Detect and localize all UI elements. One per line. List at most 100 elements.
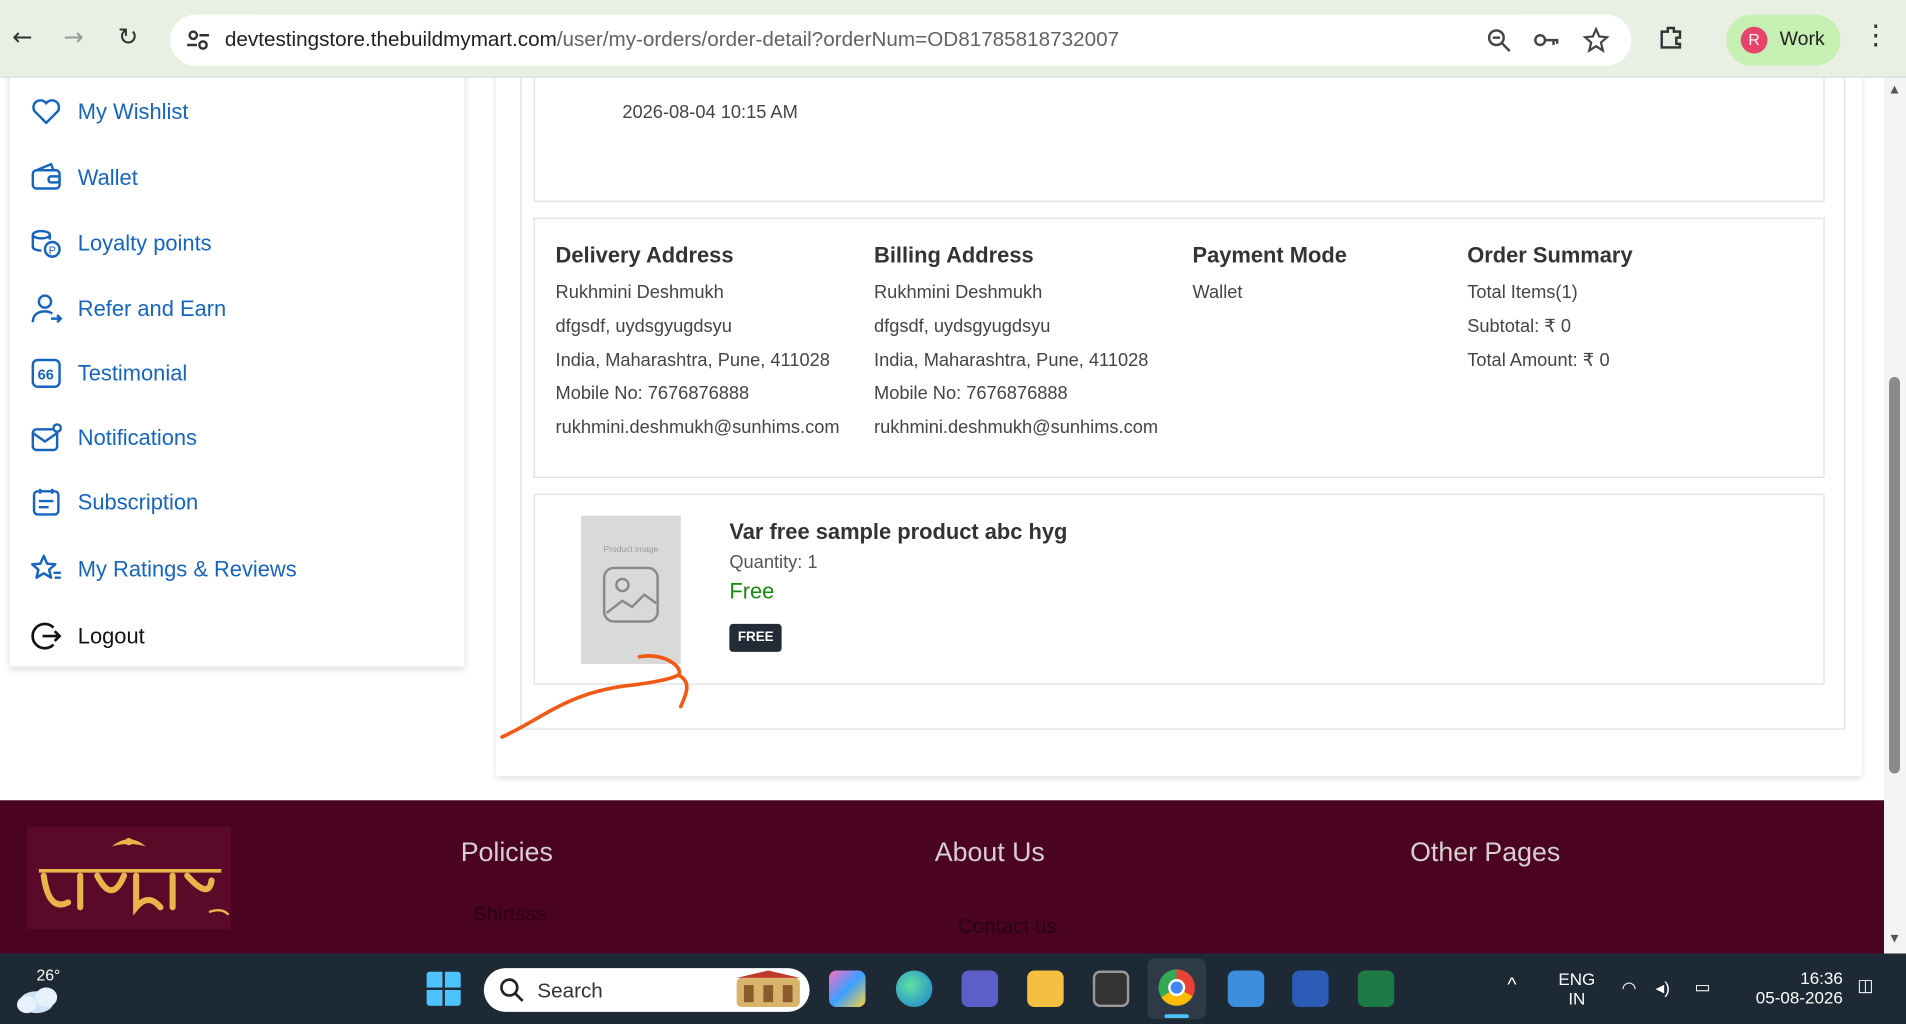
footer-link-contact[interactable]: Contact us bbox=[958, 915, 1057, 939]
billing-address-title: Billing Address bbox=[874, 243, 1034, 268]
chrome-icon-center bbox=[1168, 979, 1186, 997]
payment-mode-value: Wallet bbox=[1192, 282, 1243, 303]
page-scrollbar[interactable]: ▲ ▼ bbox=[1884, 77, 1906, 954]
windows-start-icon[interactable] bbox=[425, 971, 461, 1007]
user-share-icon bbox=[31, 294, 63, 324]
summary-total-amount: Total Amount: ₹ 0 bbox=[1467, 349, 1610, 371]
product-quantity: Quantity: 1 bbox=[729, 552, 818, 573]
teams-icon[interactable] bbox=[961, 970, 999, 1008]
summary-subtotal: Subtotal: ₹ 0 bbox=[1467, 315, 1572, 337]
volume-icon[interactable]: ◂) bbox=[1656, 978, 1670, 999]
sidebar-item-ratings-reviews[interactable]: My Ratings & Reviews bbox=[29, 552, 297, 586]
word-icon[interactable] bbox=[1292, 970, 1329, 1008]
mail-icon bbox=[31, 423, 62, 452]
zoom-icon[interactable] bbox=[1485, 27, 1512, 54]
delivery-line2: India, Maharashtra, Pune, 411028 bbox=[555, 349, 830, 371]
search-highlight-icon bbox=[736, 970, 800, 1008]
product-price: Free bbox=[729, 578, 775, 604]
language-indicator[interactable]: ENG IN bbox=[1558, 969, 1595, 1008]
file-explorer-icon[interactable] bbox=[1027, 970, 1064, 1008]
forward-icon[interactable]: → bbox=[63, 22, 83, 51]
order-status-box: 2026-08-04 10:15 AM bbox=[533, 77, 1825, 202]
wallet-icon bbox=[31, 162, 61, 190]
system-clock[interactable]: 16:36 05-08-2026 bbox=[1748, 968, 1843, 1007]
sidebar-item-label: My Ratings & Reviews bbox=[77, 556, 297, 581]
svg-text:66: 66 bbox=[38, 367, 54, 383]
wifi-icon[interactable]: ◠ bbox=[1622, 978, 1637, 999]
billing-email: rukhmini.deshmukh@sunhims.com bbox=[874, 417, 1159, 439]
sidebar-item-loyalty-points[interactable]: P Loyalty points bbox=[29, 226, 212, 260]
app-box-icon[interactable] bbox=[1092, 970, 1130, 1008]
sidebar-item-refer-and-earn[interactable]: Refer and Earn bbox=[29, 292, 226, 326]
payment-mode: Payment Mode Wallet bbox=[1193, 243, 1347, 310]
sidebar-item-label: Testimonial bbox=[77, 360, 188, 385]
footer-policies-heading: Policies bbox=[460, 836, 553, 868]
site-info-icon[interactable] bbox=[185, 27, 212, 54]
sidebar-item-label: Subscription bbox=[77, 489, 199, 514]
profile-avatar: R bbox=[1740, 26, 1768, 54]
brand-logo[interactable] bbox=[26, 827, 231, 930]
url-text[interactable]: devtestingstore.thebuildmymart.com/user/… bbox=[225, 28, 1119, 52]
battery-icon[interactable]: ▭ bbox=[1695, 977, 1711, 998]
sidebar-item-subscription[interactable]: Subscription bbox=[29, 485, 198, 519]
billing-line1: dfgsdf, uydsgyugdsyu bbox=[874, 315, 1051, 337]
sidebar-item-testimonial[interactable]: 66 Testimonial bbox=[29, 356, 187, 390]
profile-name: Work bbox=[1779, 29, 1825, 50]
reload-icon[interactable]: ↻ bbox=[118, 22, 138, 51]
sidebar-item-notifications[interactable]: Notifications bbox=[29, 421, 197, 455]
tray-chevron-icon[interactable]: ^ bbox=[1507, 975, 1516, 997]
scrollbar-thumb[interactable] bbox=[1889, 377, 1900, 774]
coins-icon: P bbox=[31, 229, 61, 258]
windows-taskbar: 26° Search ^ ENG IN ◠ ◂) ▭ 16:36 05-08-2… bbox=[0, 953, 1906, 1024]
calendar-icon bbox=[32, 488, 60, 516]
extensions-icon[interactable] bbox=[1658, 24, 1685, 51]
billing-name: Rukhmini Deshmukh bbox=[874, 282, 1043, 303]
password-key-icon[interactable] bbox=[1533, 27, 1560, 54]
notepad-icon[interactable] bbox=[1227, 970, 1265, 1008]
site-footer: Policies About Us Other Pages Shirtsss C… bbox=[0, 800, 1885, 954]
bookmark-star-icon[interactable] bbox=[1582, 26, 1610, 54]
free-badge: FREE bbox=[729, 623, 783, 652]
back-icon[interactable]: ← bbox=[12, 22, 32, 51]
scroll-up-icon[interactable]: ▲ bbox=[1888, 83, 1901, 98]
chrome-active-tile[interactable] bbox=[1147, 958, 1206, 1020]
edge-icon[interactable] bbox=[895, 970, 933, 1008]
weather-widget[interactable]: 26° bbox=[15, 963, 88, 1017]
browser-menu-icon[interactable]: ⋮ bbox=[1862, 19, 1889, 51]
order-detail-inner: 2026-08-04 10:15 AM Delivery Address Ruk… bbox=[520, 77, 1846, 730]
page-viewport: My Wishlist Wallet P Loyalty points Refe… bbox=[0, 77, 1885, 954]
delivery-line1: dfgsdf, uydsgyugdsyu bbox=[555, 315, 732, 337]
billing-address: Billing Address Rukhmini Deshmukh dfgsdf… bbox=[874, 243, 1158, 445]
sidebar-item-label: My Wishlist bbox=[77, 99, 189, 124]
sidebar-item-label: Notifications bbox=[77, 425, 197, 450]
taskbar-search[interactable]: Search bbox=[483, 968, 810, 1012]
browser-toolbar: ← → ↻ devtestingstore.thebuildmymart.com… bbox=[0, 0, 1906, 78]
url-host: devtestingstore.thebuildmymart.com bbox=[224, 27, 557, 52]
address-summary-box: Delivery Address Rukhmini Deshmukh dfgsd… bbox=[533, 217, 1825, 478]
payment-mode-title: Payment Mode bbox=[1192, 243, 1347, 268]
annotation-arrow bbox=[500, 654, 689, 739]
image-placeholder-icon bbox=[602, 566, 659, 623]
search-icon bbox=[500, 978, 524, 1002]
footer-about-heading: About Us bbox=[934, 836, 1045, 868]
sidebar-item-wishlist[interactable]: My Wishlist bbox=[29, 95, 188, 129]
sidebar-item-label: Logout bbox=[77, 623, 145, 648]
copilot-icon[interactable] bbox=[829, 970, 866, 1008]
clock-time: 16:36 bbox=[1800, 968, 1843, 988]
scroll-down-icon[interactable]: ▼ bbox=[1888, 932, 1901, 947]
notification-center-icon[interactable]: ◫ bbox=[1857, 975, 1873, 996]
billing-line2: India, Maharashtra, Pune, 411028 bbox=[874, 349, 1149, 371]
logo-graphic bbox=[38, 837, 230, 916]
footer-other-pages-heading: Other Pages bbox=[1410, 836, 1561, 868]
sidebar-item-logout[interactable]: Logout bbox=[29, 619, 145, 653]
profile-button[interactable]: R Work bbox=[1726, 14, 1841, 66]
footer-link-shirtsss[interactable]: Shirtsss bbox=[473, 902, 547, 926]
sidebar-item-label: Wallet bbox=[77, 164, 138, 190]
sidebar-item-wallet[interactable]: Wallet bbox=[29, 161, 138, 195]
product-image-caption: Product image bbox=[603, 546, 659, 555]
billing-mobile: Mobile No: 7676876888 bbox=[874, 383, 1068, 405]
excel-icon[interactable] bbox=[1357, 970, 1395, 1008]
language-code: ENG bbox=[1558, 969, 1596, 989]
product-name[interactable]: Var free sample product abc hyg bbox=[729, 519, 1067, 545]
address-bar[interactable]: devtestingstore.thebuildmymart.com/user/… bbox=[170, 14, 1632, 66]
